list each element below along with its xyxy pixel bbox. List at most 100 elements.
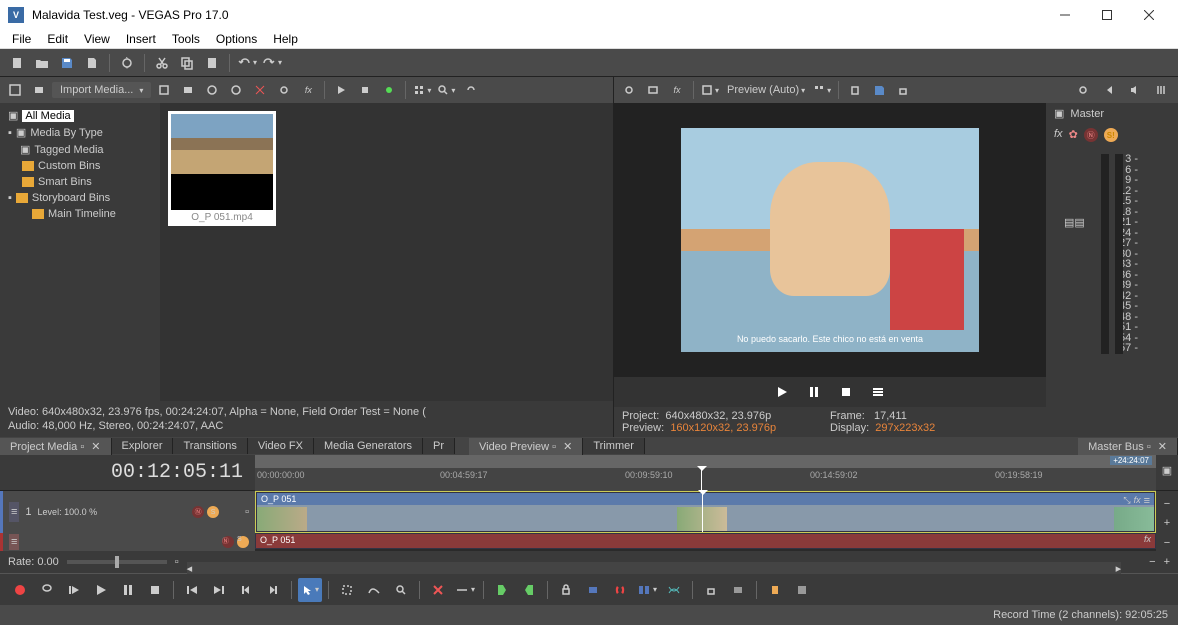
preview-menu-icon[interactable] xyxy=(866,380,890,404)
preview-copy-icon[interactable] xyxy=(844,79,866,101)
undo-icon[interactable] xyxy=(236,52,258,74)
tree-smart-bins[interactable]: Smart Bins xyxy=(4,174,156,190)
close-button[interactable] xyxy=(1128,1,1170,29)
transport-play-icon[interactable] xyxy=(89,578,113,602)
zoom-plus-icon[interactable]: + xyxy=(1164,556,1170,568)
tab-explorer[interactable]: Explorer xyxy=(112,438,174,454)
selection-tool-icon[interactable] xyxy=(335,578,359,602)
stop-icon[interactable] xyxy=(354,79,376,101)
track-add-icon[interactable]: + xyxy=(1156,515,1178,532)
track-level[interactable]: Level: 100.0 % xyxy=(38,507,98,517)
play-icon[interactable] xyxy=(330,79,352,101)
trim-icon[interactable] xyxy=(453,578,477,602)
preview-quality-button[interactable]: Preview (Auto) xyxy=(723,84,809,96)
master-mute-icon[interactable]: Ⓝ xyxy=(1084,128,1098,142)
audio-track-header[interactable]: ≡ Ⓝ S xyxy=(0,533,255,551)
ignore-event-icon[interactable] xyxy=(726,578,750,602)
tab-video-preview[interactable]: Video Preview ▫ ✕ xyxy=(469,438,583,455)
lock-icon[interactable] xyxy=(554,578,578,602)
quantize-icon[interactable] xyxy=(635,578,659,602)
preview-save-icon[interactable] xyxy=(868,79,890,101)
menu-insert[interactable]: Insert xyxy=(118,30,164,48)
preview-split-icon[interactable] xyxy=(699,79,721,101)
refresh-icon[interactable] xyxy=(378,79,400,101)
loop-icon[interactable] xyxy=(35,578,59,602)
tab-close-icon[interactable]: ✕ xyxy=(563,441,572,453)
tree-storyboard[interactable]: ▪Storyboard Bins xyxy=(4,190,156,206)
preview-stop-icon[interactable] xyxy=(834,380,858,404)
menu-file[interactable]: File xyxy=(4,30,39,48)
track-mute-icon[interactable]: Ⓝ xyxy=(222,536,234,548)
minimize-button[interactable] xyxy=(1044,1,1086,29)
preview-fx-icon[interactable]: fx xyxy=(666,79,688,101)
tab-trimmer[interactable]: Trimmer xyxy=(583,438,645,454)
tab-video-fx[interactable]: Video FX xyxy=(248,438,314,454)
lock-envelope-icon[interactable] xyxy=(699,578,723,602)
preview-grid-icon[interactable] xyxy=(811,79,833,101)
marker-in-icon[interactable] xyxy=(490,578,514,602)
fx-icon[interactable]: fx xyxy=(297,79,319,101)
go-end-icon[interactable] xyxy=(207,578,231,602)
auto-ripple-icon[interactable] xyxy=(581,578,605,602)
tree-root[interactable]: ▣All Media xyxy=(4,107,156,124)
media-option4-icon[interactable] xyxy=(225,79,247,101)
preview-play-icon[interactable] xyxy=(770,380,794,404)
mixer-settings-icon[interactable] xyxy=(1072,79,1094,101)
meter-mode-icon[interactable]: ▤▤ xyxy=(1064,216,1085,229)
mixer-prev-icon[interactable] xyxy=(1098,79,1120,101)
edit-tool-icon[interactable] xyxy=(298,578,322,602)
media-option2-icon[interactable] xyxy=(177,79,199,101)
zoom-minus-icon[interactable]: − xyxy=(1156,495,1178,512)
settings-icon[interactable] xyxy=(273,79,295,101)
copy-icon[interactable] xyxy=(176,52,198,74)
auto-crossfade-icon[interactable] xyxy=(662,578,686,602)
transport-stop-icon[interactable] xyxy=(143,578,167,602)
open-icon[interactable] xyxy=(31,52,53,74)
media-option3-icon[interactable] xyxy=(201,79,223,101)
audio-track[interactable]: O_P 051 fx xyxy=(255,533,1156,551)
tab-close-icon[interactable]: ✕ xyxy=(1158,441,1167,453)
link-icon[interactable] xyxy=(763,578,787,602)
clip-crop-icon[interactable]: ⤡ xyxy=(1123,495,1130,507)
render-icon[interactable] xyxy=(81,52,103,74)
tab-master-bus[interactable]: Master Bus ▫ ✕ xyxy=(1078,438,1178,455)
tree-tagged[interactable]: ▣Tagged Media xyxy=(4,141,156,158)
properties-icon[interactable] xyxy=(116,52,138,74)
timeline-tool1-icon[interactable]: ▣ xyxy=(1156,459,1178,481)
tab-project-media[interactable]: Project Media ▫ ✕ xyxy=(0,438,112,455)
timecode-display[interactable]: 00:12:05:11 xyxy=(0,455,255,490)
mixer-mute-icon[interactable] xyxy=(1124,79,1146,101)
track-remove-icon[interactable]: − xyxy=(1156,534,1178,551)
clip-fx-icon[interactable]: fx xyxy=(1134,495,1141,507)
rate-slider[interactable] xyxy=(67,560,167,564)
timeline-scrollbar[interactable]: ◂ ▸ xyxy=(187,562,1121,574)
menu-help[interactable]: Help xyxy=(265,30,306,48)
tree-custom-bins[interactable]: Custom Bins xyxy=(4,158,156,174)
envelope-tool-icon[interactable] xyxy=(362,578,386,602)
event-fx-icon[interactable] xyxy=(790,578,814,602)
timeline-ruler[interactable]: 00:00:00:00 00:04:59:17 00:09:59:10 00:1… xyxy=(255,467,1156,491)
paste-icon[interactable] xyxy=(201,52,223,74)
media-undo-icon[interactable] xyxy=(459,79,481,101)
cut-icon[interactable] xyxy=(151,52,173,74)
tab-pin-icon[interactable]: ▫ xyxy=(1147,441,1151,453)
media-thumbnail[interactable]: O_P 051.mp4 xyxy=(168,111,276,226)
view-icon[interactable] xyxy=(411,79,433,101)
preview-pause-icon[interactable] xyxy=(802,380,826,404)
next-frame-icon[interactable] xyxy=(261,578,285,602)
redo-icon[interactable] xyxy=(261,52,283,74)
clip-menu-icon[interactable]: ≡ xyxy=(1144,495,1150,507)
media-option1-icon[interactable] xyxy=(153,79,175,101)
delete-icon[interactable] xyxy=(249,79,271,101)
rate-reset-icon[interactable]: ▫ xyxy=(175,556,179,568)
snap-icon[interactable] xyxy=(608,578,632,602)
preview-lock-icon[interactable] xyxy=(892,79,914,101)
tree-by-type[interactable]: ▪▣Media By Type xyxy=(4,124,156,141)
preview-settings-icon[interactable] xyxy=(618,79,640,101)
clip-fx-icon[interactable]: fx xyxy=(1144,534,1151,544)
prev-frame-icon[interactable] xyxy=(234,578,258,602)
track-mute-icon[interactable]: Ⓝ xyxy=(192,506,204,518)
menu-view[interactable]: View xyxy=(76,30,118,48)
transport-pause-icon[interactable] xyxy=(116,578,140,602)
split-icon[interactable] xyxy=(426,578,450,602)
